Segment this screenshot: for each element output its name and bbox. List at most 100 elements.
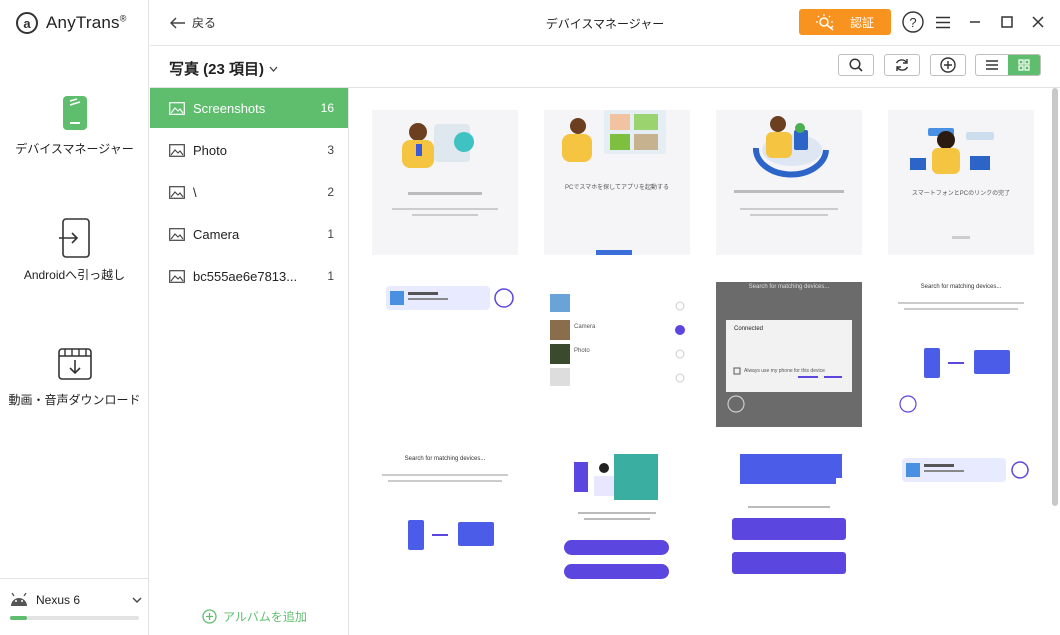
help-button[interactable]: ? [901,10,925,34]
photo-thumbnail[interactable]: スマートフォンとPCのリンクの完了 [888,110,1034,255]
chevron-down-icon [269,66,278,72]
album-list: Screenshots 16 Photo 3 \ 2 Camera 1 bc55… [150,88,349,635]
arrow-left-icon [170,16,185,29]
thumbnail-caption: スマートフォンとPCのリンクの完了 [911,191,1011,197]
album-name: bc555ae6e7813... [193,268,298,284]
grid-view-button[interactable] [1008,55,1040,75]
photo-thumbnail[interactable]: Camera Photo [544,282,690,427]
refresh-icon [895,59,909,71]
close-icon [1032,16,1044,28]
add-album-label: アルバムを追加 [223,610,307,624]
sidebar-item-video-download[interactable]: 動画・音声ダウンロード [0,343,149,408]
page-title: 写真 (23 項目) [169,61,265,78]
add-album-button[interactable]: アルバムを追加 [202,608,307,625]
minimize-button[interactable] [963,10,987,34]
refresh-button[interactable] [884,54,920,76]
thumbnail-caption: PCでスマホを探してアプリを起動する [565,185,669,191]
photo-thumbnail[interactable] [544,454,690,599]
close-button[interactable] [1026,10,1050,34]
sidebar-item-label: 動画・音声ダウンロード [8,393,141,407]
thumbnail-caption: Photo [574,348,590,354]
image-icon [169,185,185,199]
photo-thumbnail[interactable] [888,454,1034,599]
photo-thumbnail[interactable] [716,454,862,599]
video-download-icon [55,343,95,385]
photo-thumbnail[interactable]: Search for matching devices... [372,454,518,599]
sidebar-item-device-manager[interactable]: デバイスマネージャー [0,92,149,157]
list-icon [986,60,998,70]
add-button[interactable] [930,54,966,76]
thumbnail-caption: Search for matching devices... [748,284,830,290]
grid-scrollbar[interactable] [1052,88,1058,506]
photo-thumbnail[interactable]: PCでスマホを探してアプリを起動する [544,110,690,255]
thumbnail-caption: Search for matching devices... [920,284,1002,290]
sidebar-item-android-transfer[interactable]: Androidへ引っ越し [0,218,149,283]
help-icon: ? [902,11,924,33]
auth-label: 認証 [849,15,874,30]
sidebar-item-label: デバイスマネージャー [15,142,134,156]
content-header: 写真 (23 項目) [150,47,1060,88]
topbar: 戻る デバイスマネージャー 認証 ? [150,0,1060,46]
album-item[interactable]: Screenshots 16 [150,88,348,128]
album-item[interactable]: \ 2 [150,172,348,212]
search-button[interactable] [838,54,874,76]
minimize-icon [970,21,980,23]
plus-circle-icon [202,609,217,624]
album-name: \ [193,184,197,200]
album-count: 1 [327,227,334,241]
album-title-dropdown[interactable]: 写真 (23 項目) [169,58,278,79]
thumbnail-caption: Always use my phone for this device [744,368,825,374]
maximize-button[interactable] [995,10,1019,34]
phone-icon [55,92,95,134]
album-item[interactable]: Photo 3 [150,130,348,170]
plus-circle-icon [940,57,956,73]
key-icon [815,14,834,31]
image-icon [169,227,185,241]
sidebar-item-label: Androidへ引っ越し [23,268,126,282]
album-name: Camera [193,226,240,242]
thumbnail-button [732,552,846,574]
search-icon [849,58,863,72]
photo-thumbnail[interactable] [716,110,862,255]
album-name: Photo [193,142,227,158]
thumbnail-caption: Search for matching devices... [404,456,486,462]
photo-thumbnail[interactable] [372,110,518,255]
thumbnail-button [564,564,669,579]
android-icon [11,593,27,606]
sidebar: a AnyTrans® デバイスマネージャー Androidへ引っ越し 動画・音… [0,0,149,635]
maximize-icon [1001,16,1013,28]
album-item[interactable]: bc555ae6e7813... 1 [150,256,348,296]
photo-thumbnail[interactable] [372,282,518,427]
chevron-down-icon[interactable] [132,597,142,603]
album-count: 1 [327,269,334,283]
thumbnail-caption: Connected [734,326,764,332]
album-count: 3 [327,143,334,157]
list-view-button[interactable] [976,55,1008,75]
image-icon [169,269,185,283]
app-logo: a AnyTrans® [16,12,127,34]
album-count: 2 [327,185,334,199]
photo-grid: PCでスマホを探してアプリを起動する スマートフォンとPCのリンクの完了 Cam… [350,88,1051,635]
album-count: 16 [320,101,334,115]
device-name: Nexus 6 [36,593,81,607]
phone-transfer-icon [55,218,95,260]
thumbnail-button [564,540,669,555]
registered-mark: ® [119,13,127,24]
back-label: 戻る [192,16,217,30]
photo-thumbnail[interactable]: Search for matching devices... [888,282,1034,427]
svg-text:?: ? [909,15,916,30]
device-selector[interactable]: Nexus 6 [0,578,149,635]
app-name: AnyTrans [46,13,120,32]
thumbnail-caption: Camera [574,324,596,330]
image-icon [169,101,185,115]
storage-bar-fill [10,616,27,620]
back-button[interactable]: 戻る [170,14,216,31]
grid-icon [1018,59,1030,71]
album-item[interactable]: Camera 1 [150,214,348,254]
menu-button[interactable] [931,10,955,34]
view-toggle [975,54,1041,76]
storage-bar [10,616,139,620]
photo-thumbnail[interactable]: Search for matching devices... Connected… [716,282,862,427]
auth-button[interactable]: 認証 [799,9,891,35]
hamburger-icon [936,16,950,28]
